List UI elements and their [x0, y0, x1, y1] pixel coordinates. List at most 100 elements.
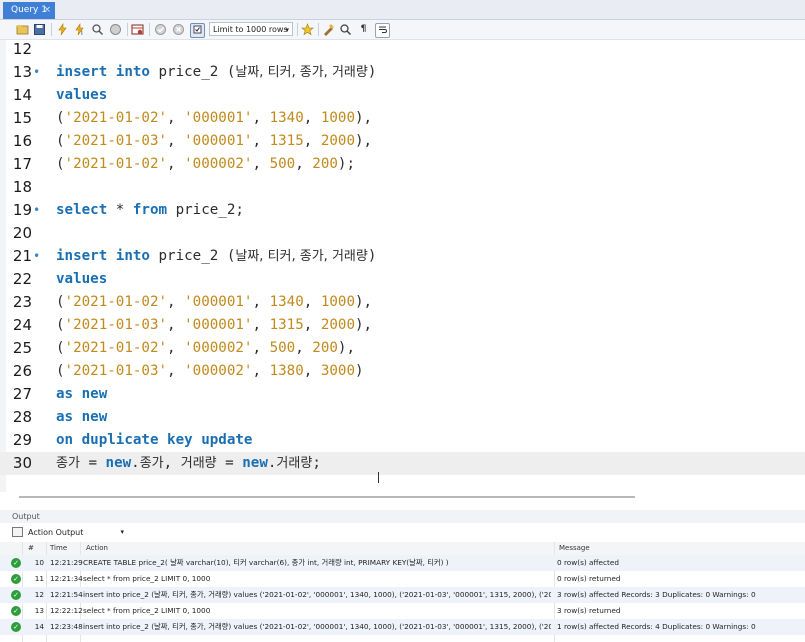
code-token: , [252, 294, 270, 310]
line-number: 18 [12, 178, 32, 196]
autocommit-icon[interactable] [190, 23, 205, 38]
statement-marker-icon: • [33, 65, 41, 79]
col-num-header[interactable]: # [28, 542, 34, 555]
code-line[interactable]: 30 종가 = new.종가, 거래량 = new.거래량; [0, 452, 805, 475]
code-token: , [252, 133, 270, 149]
line-number: 27 [12, 385, 32, 403]
output-copy-icon[interactable] [12, 527, 23, 537]
beautify-icon[interactable] [322, 23, 335, 36]
output-row[interactable]: ✓ 13 12:22:12 select * from price_2 LIMIT 0… [0, 603, 805, 619]
output-grid-header: # Time Action Message [0, 542, 805, 556]
output-row[interactable]: ✓ 12 12:21:54 insert into price_2 (날짜, 티커, … [0, 587, 805, 603]
code-text: ('2021-01-03', '000001', 1315, 2000), [56, 130, 372, 153]
open-file-icon[interactable] [16, 23, 29, 36]
find-icon[interactable] [339, 23, 352, 36]
wrap-icon[interactable] [375, 23, 390, 38]
code-line[interactable]: 29 on duplicate key update [0, 429, 805, 452]
code-line[interactable]: 12 [0, 38, 805, 61]
code-line[interactable]: 28 as new [0, 406, 805, 429]
invisible-chars-icon[interactable]: ¶ [357, 23, 370, 36]
output-cell-num: 11 [34, 574, 44, 583]
code-token: as new [56, 409, 108, 425]
code-token: '000002' [184, 340, 253, 356]
code-line[interactable]: 24 ('2021-01-03', '000001', 1315, 2000), [0, 314, 805, 337]
code-token: ), [355, 110, 373, 126]
code-line[interactable]: 15 ('2021-01-02', '000001', 1340, 1000), [0, 107, 805, 130]
code-token: '2021-01-02' [64, 294, 168, 310]
code-token: 1000 [320, 294, 356, 310]
code-token: ) [367, 248, 377, 264]
code-token: values [56, 271, 108, 287]
code-token: ( [56, 156, 65, 172]
output-type-select[interactable]: Action Output ▾ [28, 526, 126, 539]
code-line[interactable]: 14 values [0, 84, 805, 107]
col-time-header[interactable]: Time [50, 542, 67, 555]
rollback-icon[interactable] [172, 23, 185, 36]
code-token: 거래량 [276, 456, 313, 471]
code-line[interactable]: 19 • select * from price_2; [0, 199, 805, 222]
code-token: ( [56, 294, 65, 310]
success-check-icon: ✓ [11, 622, 21, 632]
commit-icon[interactable] [154, 23, 167, 36]
code-token: , [252, 363, 270, 379]
code-text: insert into price_2 (날짜, 티커, 종가, 거래량) [56, 245, 376, 268]
line-number: 29 [12, 431, 32, 449]
code-token: 2000 [320, 133, 356, 149]
bookmark-icon[interactable] [301, 23, 314, 36]
svg-text:I: I [81, 30, 83, 36]
output-title: Output [12, 512, 40, 521]
success-check-icon: ✓ [11, 574, 21, 584]
tab-query-1[interactable]: Query 1 × [3, 2, 55, 19]
code-line[interactable]: 27 as new [0, 383, 805, 406]
line-number: 13 [12, 63, 32, 81]
code-token: insert [56, 64, 108, 80]
execute-icon[interactable] [56, 23, 69, 36]
sql-editor[interactable]: 12 13 • insert into price_2 (날짜, 티커, 종가, 거래… [0, 40, 805, 492]
code-line[interactable]: 18 [0, 176, 805, 199]
code-token: ), [355, 133, 373, 149]
code-line[interactable]: 16 ('2021-01-03', '000001', 1315, 2000), [0, 130, 805, 153]
code-token: 거래량 [180, 456, 217, 471]
code-token: . [131, 455, 140, 471]
explain-icon[interactable] [91, 23, 104, 36]
execute-current-icon[interactable]: I [73, 23, 86, 37]
code-token: from [132, 202, 168, 218]
col-action-header[interactable]: Action [86, 542, 108, 555]
output-row[interactable]: ✓ 10 12:21:29 CREATE TABLE price_2( 날짜 varc… [0, 555, 805, 571]
close-icon[interactable]: × [43, 2, 51, 19]
code-text: ('2021-01-02', '000001', 1340, 1000), [56, 291, 372, 314]
output-row[interactable]: ✓ 11 12:21:34 select * from price_2 LIMIT 0… [0, 571, 805, 587]
output-cell-message: 1 row(s) affected Records: 4 Duplicates:… [557, 622, 756, 631]
horizontal-scrollbar[interactable] [19, 496, 635, 498]
output-cell-time: 12:21:34 [50, 574, 83, 583]
code-line[interactable]: 20 [0, 222, 805, 245]
code-token: ( [56, 133, 65, 149]
limit-rows-select[interactable]: Limit to 1000 rows ▾ [209, 22, 293, 36]
code-token: '2021-01-02' [64, 156, 168, 172]
code-line[interactable]: 21 • insert into price_2 (날짜, 티커, 종가, 거래량) [0, 245, 805, 268]
code-line[interactable]: 25 ('2021-01-02', '000002', 500, 200), [0, 337, 805, 360]
success-check-icon: ✓ [11, 558, 21, 568]
code-line[interactable]: 23 ('2021-01-02', '000001', 1340, 1000), [0, 291, 805, 314]
code-token: into [115, 64, 150, 80]
code-line[interactable]: 13 • insert into price_2 (날짜, 티커, 종가, 거래량) [0, 61, 805, 84]
code-line[interactable]: 22 values [0, 268, 805, 291]
save-icon[interactable] [33, 23, 46, 36]
code-token: '000001' [184, 294, 253, 310]
stop-icon[interactable] [109, 23, 122, 36]
code-token: , [303, 294, 321, 310]
col-message-header[interactable]: Message [559, 542, 590, 555]
code-token: 1340 [269, 294, 304, 310]
code-text: ('2021-01-02', '000002', 500, 200); [56, 153, 355, 176]
code-token: , [295, 156, 313, 172]
code-line[interactable]: 26 ('2021-01-03', '000002', 1380, 3000) [0, 360, 805, 383]
line-number: 22 [12, 270, 32, 288]
output-cell-time: 12:22:12 [50, 606, 83, 615]
code-token: , [167, 133, 185, 149]
toggle-results-icon[interactable] [131, 23, 144, 36]
code-token: , [303, 110, 321, 126]
code-line[interactable]: 17 ('2021-01-02', '000002', 500, 200); [0, 153, 805, 176]
code-token: * [107, 202, 133, 218]
output-row[interactable]: ✓ 14 12:23:48 insert into price_2 (날짜, 티커, … [0, 619, 805, 635]
code-token: '2021-01-02' [64, 340, 168, 356]
